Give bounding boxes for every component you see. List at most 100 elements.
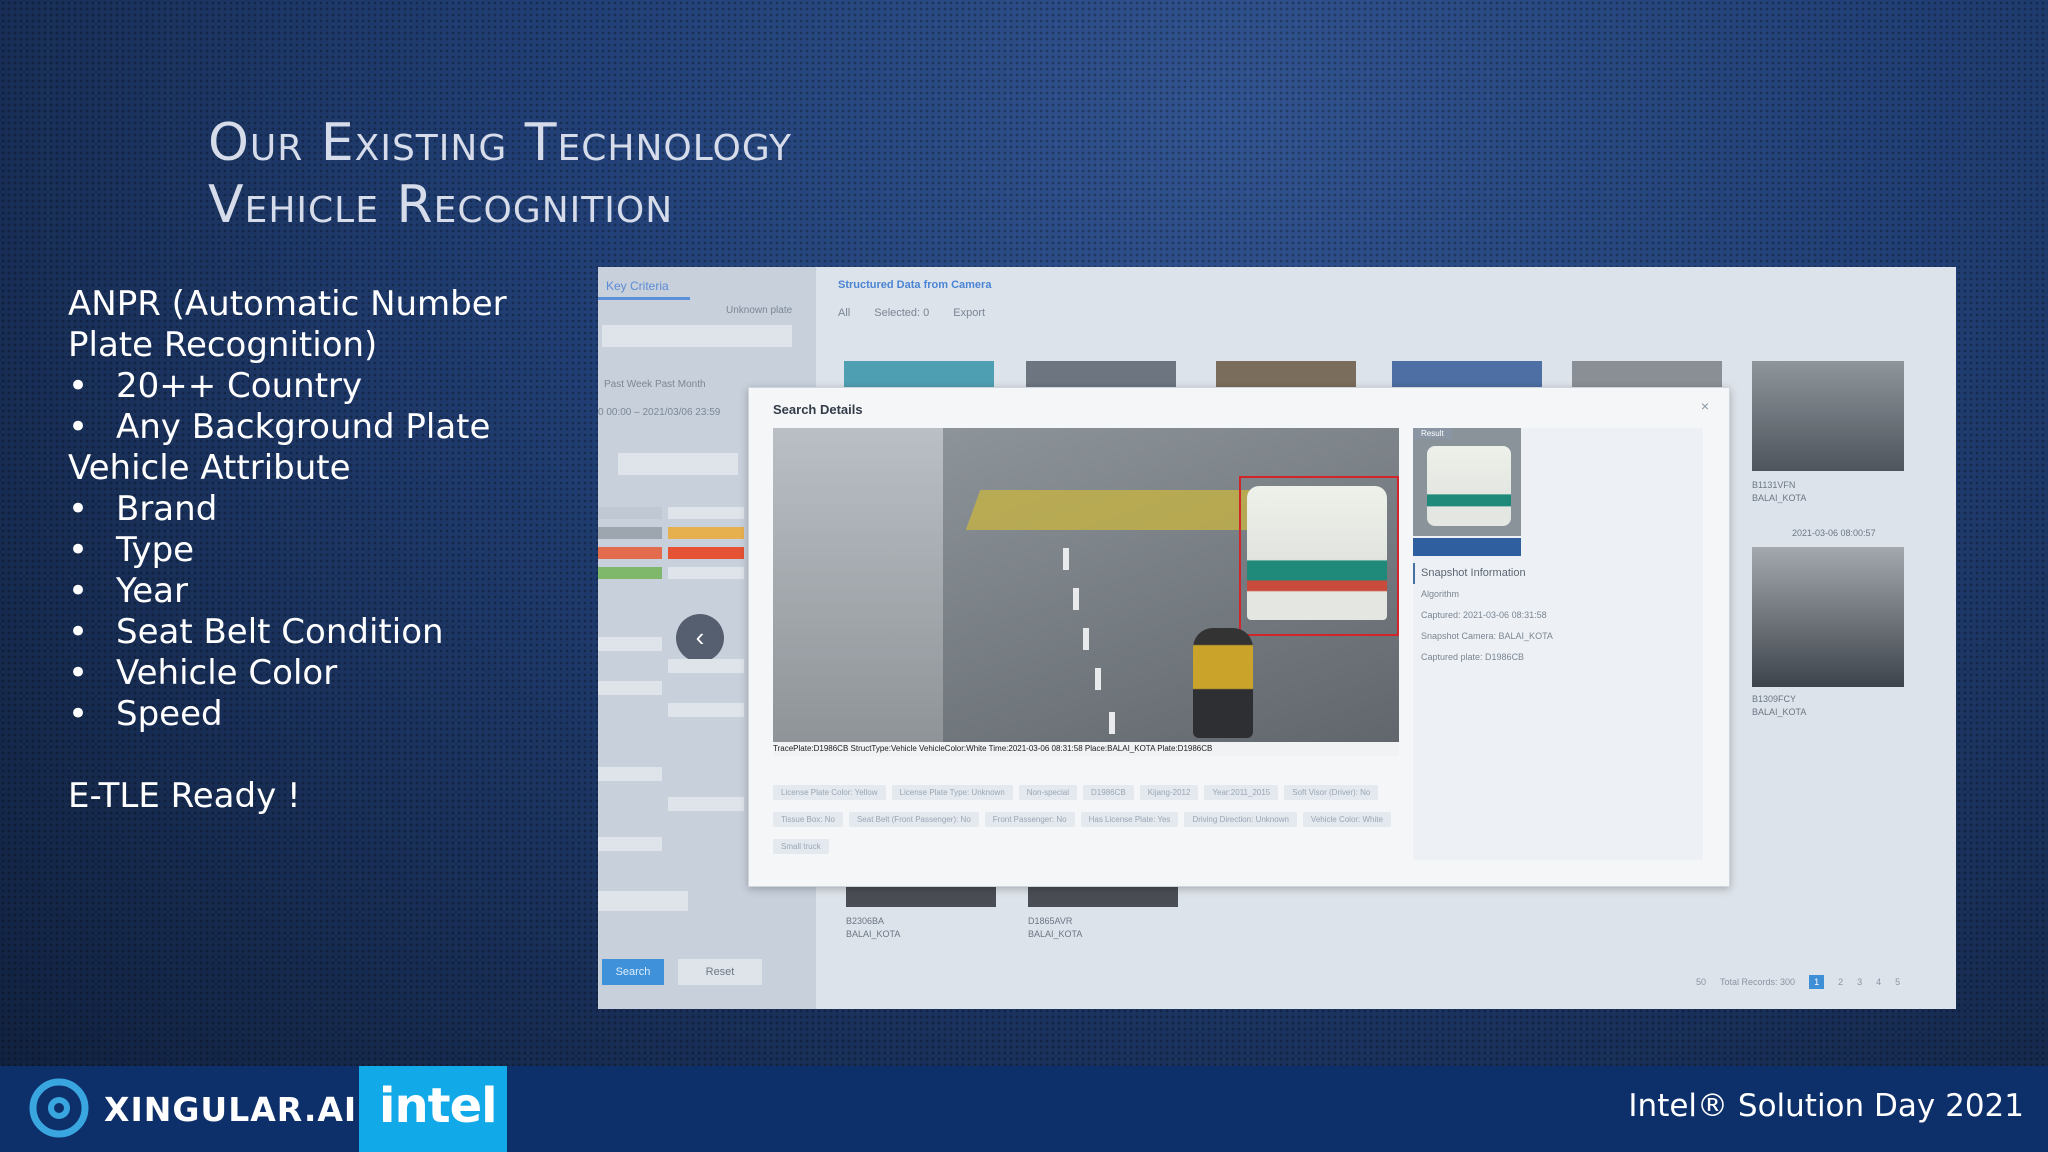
pagination: 50 Total Records: 300 1 2 3 4 5 xyxy=(1696,975,1900,989)
page-link[interactable]: 1 xyxy=(1809,975,1825,989)
result-thumbnail[interactable] xyxy=(1026,361,1176,387)
title-line-2: Vehicle Recognition xyxy=(208,175,674,235)
close-icon[interactable]: × xyxy=(1701,398,1709,414)
prev-arrow-icon[interactable]: ‹ xyxy=(676,614,724,662)
attribute-chip: Has License Plate: Yes xyxy=(1080,812,1179,827)
type-option[interactable] xyxy=(668,703,744,717)
bullet-item: • Seat Belt Condition xyxy=(68,612,444,652)
result-tag: Result xyxy=(1413,428,1452,439)
result-thumbnail[interactable] xyxy=(1752,361,1904,471)
result-thumbnail[interactable] xyxy=(1216,361,1356,387)
page-link[interactable]: 2 xyxy=(1838,977,1843,987)
event-name: Intel® Solution Day 2021 xyxy=(1628,1088,2024,1124)
info-row: Snapshot Camera: BALAI_KOTA xyxy=(1421,631,1553,641)
intel-logo: intel xyxy=(359,1066,507,1152)
attribute-chip: Kijang-2012 xyxy=(1139,785,1199,800)
feature-list: ANPR (Automatic Number Plate Recognition… xyxy=(68,284,507,817)
bullet-item: • Vehicle Color xyxy=(68,653,338,693)
dropdown[interactable] xyxy=(598,891,688,911)
capture-image[interactable]: TracePlate:D1986CB StructType:Vehicle Ve… xyxy=(773,428,1399,756)
attribute-chip: Non-special xyxy=(1018,785,1078,800)
type-option[interactable] xyxy=(668,797,744,811)
results-header: Structured Data from Camera xyxy=(838,279,992,291)
slide-title: Our Existing Technology Vehicle Recognit… xyxy=(208,112,792,236)
color-swatch[interactable] xyxy=(668,547,744,559)
color-swatch[interactable] xyxy=(598,547,662,559)
bullet-item: • 20++ Country xyxy=(68,366,363,406)
type-option[interactable] xyxy=(668,659,744,673)
image-metadata: TracePlate:D1986CB StructType:Vehicle Ve… xyxy=(773,742,1399,756)
bullet-icon: • xyxy=(68,489,89,529)
bullet-icon: • xyxy=(68,407,89,447)
search-details-modal: Search Details × TracePlate:D1986CB Stru… xyxy=(748,387,1730,887)
thumb-timestamp: 2021-03-06 08:00:57 xyxy=(1792,528,1876,538)
time-range[interactable]: 0 00:00 – 2021/03/06 23:59 xyxy=(598,407,720,418)
result-thumbnail[interactable] xyxy=(1752,547,1904,687)
export-button[interactable]: Export xyxy=(953,307,985,319)
color-swatch[interactable] xyxy=(598,567,662,579)
page-link[interactable]: 3 xyxy=(1857,977,1862,987)
detection-box xyxy=(1239,476,1399,636)
attribute-chip: Soft Visor (Driver): No xyxy=(1284,785,1379,800)
attribute-chip: Small truck xyxy=(773,839,829,854)
select-field[interactable] xyxy=(618,453,738,475)
tab-underline xyxy=(598,297,690,300)
snapshot-info-header: Snapshot Information xyxy=(1413,563,1703,584)
page-link[interactable]: 4 xyxy=(1876,977,1881,987)
color-swatch[interactable] xyxy=(598,507,662,519)
result-thumbnail[interactable] xyxy=(1392,361,1542,387)
type-option[interactable] xyxy=(598,637,662,651)
selected-count: Selected: 0 xyxy=(874,307,930,319)
select-all-checkbox[interactable]: All xyxy=(838,307,850,319)
result-crop[interactable]: Result xyxy=(1413,428,1521,536)
attribute-chip: Front Passenger: No xyxy=(984,812,1075,827)
info-row: Captured: 2021-03-06 08:31:58 xyxy=(1421,610,1547,620)
bullet-item: • Speed xyxy=(68,694,223,734)
color-swatch[interactable] xyxy=(598,527,662,539)
bullet-icon: • xyxy=(68,653,89,693)
tab-key-criteria[interactable]: Key Criteria xyxy=(606,279,669,293)
bullet-item: • Any Background Plate xyxy=(68,407,491,447)
app-screenshot: Key Criteria Unknown plate Past Week Pas… xyxy=(598,267,1956,1009)
type-option[interactable] xyxy=(598,767,662,781)
color-swatch[interactable] xyxy=(668,527,744,539)
thumb-caption: B2306BA BALAI_KOTA xyxy=(846,916,901,939)
info-row: Captured plate: D1986CB xyxy=(1421,652,1525,662)
result-thumbnail[interactable] xyxy=(1572,361,1722,387)
type-option[interactable] xyxy=(598,681,662,695)
attribute-chip: License Plate Type: Unknown xyxy=(891,785,1013,800)
time-tabs[interactable]: Past Week Past Month xyxy=(604,379,706,390)
result-thumbnail[interactable] xyxy=(844,361,994,387)
attribute-chip: Vehicle Color: White xyxy=(1302,812,1391,827)
unknown-plate-checkbox[interactable]: Unknown plate xyxy=(726,305,792,316)
bullet-icon: • xyxy=(68,530,89,570)
results-toolbar: All Selected: 0 Export xyxy=(838,307,985,319)
thumb-caption: D1865AVR BALAI_KOTA xyxy=(1028,916,1083,939)
search-button[interactable]: Search xyxy=(602,959,664,985)
bullet-icon: • xyxy=(68,571,89,611)
result-thumbnail[interactable] xyxy=(1028,887,1178,907)
result-toolbar[interactable] xyxy=(1413,538,1521,556)
modal-title: Search Details xyxy=(773,402,863,417)
result-thumbnail[interactable] xyxy=(846,887,996,907)
attribute-chip: License Plate Color: Yellow xyxy=(773,785,886,800)
attribute-chip: D1986CB xyxy=(1083,785,1134,800)
color-swatch[interactable] xyxy=(668,507,744,519)
xingular-logo xyxy=(28,1077,90,1139)
title-line-1: Our Existing Technology xyxy=(208,113,792,173)
brand-name: XINGULAR.AI xyxy=(104,1090,358,1129)
attribute-chips: License Plate Color: Yellow License Plate… xyxy=(773,782,1399,863)
reset-button[interactable]: Reset xyxy=(678,959,762,985)
color-swatch[interactable] xyxy=(668,567,744,579)
page-size-select[interactable]: 50 xyxy=(1696,977,1706,987)
bullet-item: • Brand xyxy=(68,489,218,529)
page-link[interactable]: 5 xyxy=(1895,977,1900,987)
attribute-chip: Year:2011_2015 xyxy=(1204,785,1279,800)
bullet-item: • Type xyxy=(68,530,195,570)
total-records: Total Records: 300 xyxy=(1720,977,1796,987)
xingular-swirl-icon xyxy=(29,1078,89,1138)
plate-input[interactable] xyxy=(602,325,792,347)
bullet-icon: • xyxy=(68,612,89,652)
type-option[interactable] xyxy=(598,837,662,851)
bullet-icon: • xyxy=(68,366,89,406)
